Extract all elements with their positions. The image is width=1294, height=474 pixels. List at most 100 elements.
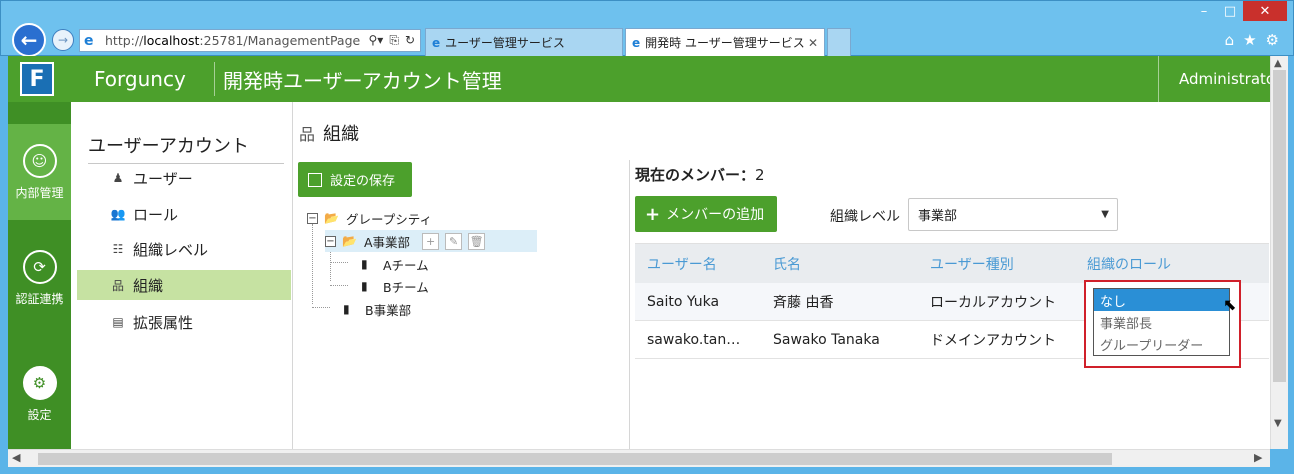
close-window-icon[interactable]: ✕ [1243, 1, 1287, 21]
members-count: 2 [755, 166, 765, 184]
org-level-select[interactable]: 事業部 ▼ [908, 198, 1118, 231]
tab-dev-user-management[interactable]: e 開発時 ユーザー管理サービス ✕ [625, 28, 825, 56]
tab-label: ユーザー管理サービス [445, 36, 565, 50]
edit-node-icon[interactable]: ✎ [445, 232, 463, 250]
sub-nav: ユーザーアカウント ♟ ユーザー 👥 ロール ☷ 組織レベル 品 組織 ▤ 拡張… [71, 102, 293, 449]
subnav-item-organization[interactable]: 品 組織 [77, 270, 291, 300]
panel-divider [629, 160, 630, 449]
cell-fullname: 斉藤 由香 [773, 294, 834, 311]
scroll-right-icon[interactable]: ▶ [1254, 451, 1262, 464]
collapse-icon[interactable]: − [307, 212, 318, 224]
node-actions: + ✎ 🗑 [422, 232, 486, 250]
node-label: Bチーム [383, 279, 429, 295]
org-chart-icon: 品 [299, 125, 316, 144]
address-bar[interactable]: e http://localhost:25781/ManagementPage … [79, 29, 421, 52]
search-icon[interactable]: ⚲▾ [369, 33, 384, 48]
nav-internal-management[interactable]: ☺ 内部管理 [8, 124, 71, 220]
table-header: ユーザー名 氏名 ユーザー種別 組織のロール [635, 243, 1269, 283]
subnav-item-users[interactable]: ♟ ユーザー [77, 163, 291, 193]
folder-open-icon: 📂 [324, 211, 339, 225]
node-label: A事業部 [364, 234, 411, 250]
chevron-down-icon: ▼ [1101, 209, 1109, 220]
nav-auth-integration[interactable]: ⟳ 認証連携 [8, 250, 71, 320]
cell-fullname: Sawako Tanaka [773, 331, 880, 348]
favorites-star-icon[interactable]: ★ [1243, 31, 1256, 49]
app-header: F Forguncy 開発時ユーザーアカウント管理 Administrator [8, 56, 1270, 102]
subnav-item-extended-attributes[interactable]: ▤ 拡張属性 [77, 307, 291, 337]
scroll-up-icon[interactable]: ▲ [1274, 58, 1282, 69]
back-button[interactable]: ← [12, 23, 46, 57]
save-settings-button[interactable]: 設定の保存 [298, 162, 412, 197]
new-tab-button[interactable] [827, 28, 851, 56]
col-user-type[interactable]: ユーザー種別 [918, 254, 1075, 274]
gear-icon: ⚙ [22, 366, 57, 400]
window-controls: – □ ✕ [1191, 1, 1287, 23]
content-header: 品 組織 [299, 120, 359, 146]
refresh-icon[interactable]: ↻ [405, 33, 415, 48]
forward-button[interactable]: → [52, 29, 74, 51]
scroll-down-icon[interactable]: ▼ [1274, 418, 1282, 429]
tree-node-b-team[interactable]: ▮ Bチーム [361, 275, 429, 297]
org-chart-icon: 品 [111, 278, 124, 293]
gear-icon[interactable]: ⚙ [1266, 31, 1279, 49]
delete-node-icon[interactable]: 🗑 [468, 232, 486, 250]
nav-label: 認証連携 [15, 292, 64, 306]
add-member-button[interactable]: + メンバーの追加 [635, 196, 777, 232]
role-option-none[interactable]: なし [1094, 289, 1229, 311]
user-settings-icon: ☺ [22, 144, 57, 178]
scroll-thumb[interactable] [1273, 70, 1286, 382]
close-tab-icon[interactable]: ✕ [808, 36, 818, 50]
col-fullname[interactable]: 氏名 [761, 254, 918, 274]
cell-user-type: ドメインアカウント [930, 332, 1056, 349]
role-dropdown-highlight: なし 事業部長 グループリーダー [1084, 280, 1241, 368]
add-member-label: メンバーの追加 [666, 207, 765, 223]
subnav-item-roles[interactable]: 👥 ロール [77, 199, 291, 229]
sync-user-icon: ⟳ [22, 250, 57, 284]
add-node-icon[interactable]: + [422, 232, 440, 250]
save-icon [308, 172, 322, 187]
user-menu[interactable]: Administrator [1158, 56, 1270, 102]
role-option-group-leader[interactable]: グループリーダー [1094, 333, 1229, 355]
page-title: 開発時ユーザーアカウント管理 [223, 68, 502, 93]
tree-line [330, 247, 331, 281]
col-username[interactable]: ユーザー名 [635, 254, 761, 274]
subnav-item-org-levels[interactable]: ☷ 組織レベル [77, 234, 291, 264]
tree-node-root[interactable]: − 📂 グレープシティ [307, 207, 432, 229]
scroll-thumb[interactable] [38, 453, 1112, 465]
node-label: Aチーム [383, 257, 429, 273]
url-rest: :25781/ManagementPage [199, 33, 361, 48]
current-members-heading: 現在のメンバー：2 [635, 164, 765, 185]
document-icon: ▮ [361, 257, 368, 271]
user-icon: ♟ [112, 171, 124, 185]
org-level-label: 組織レベル [830, 209, 900, 225]
horizontal-scrollbar[interactable]: ◀ ▶ [8, 449, 1270, 467]
tree-line [312, 307, 330, 308]
home-icon[interactable]: ⌂ [1225, 31, 1235, 49]
subnav-label: 組織レベル [133, 240, 209, 259]
collapse-icon[interactable]: − [325, 235, 336, 247]
cell-username: Saito Yuka [647, 293, 720, 310]
vertical-scrollbar[interactable]: ▲ ▼ [1270, 56, 1288, 449]
tree-node-a-team[interactable]: ▮ Aチーム [361, 253, 429, 275]
org-level-value: 事業部 [918, 209, 958, 224]
scroll-left-icon[interactable]: ◀ [12, 451, 20, 464]
tree-node-a-dept[interactable]: − 📂 A事業部 + ✎ 🗑 [325, 230, 537, 252]
nav-settings[interactable]: ⚙ 設定 [8, 366, 71, 436]
compat-icon[interactable]: ⎘ [389, 33, 399, 48]
tree-line [330, 285, 348, 286]
save-label: 設定の保存 [330, 174, 396, 189]
tab-user-management[interactable]: e ユーザー管理サービス [425, 28, 623, 56]
col-org-role[interactable]: 組織のロール [1075, 254, 1265, 274]
browser-chrome: – □ ✕ ← → e http://localhost:25781/Manag… [0, 0, 1294, 57]
cell-user-type: ローカルアカウント [930, 294, 1056, 311]
document-icon: ▮ [361, 279, 368, 293]
page-body: ☺ 内部管理 ⟳ 認証連携 ⚙ 設定 ユーザーアカウント ♟ ユーザー 👥 ロー… [8, 102, 1270, 449]
tab-label: 開発時 ユーザー管理サービス [645, 36, 805, 50]
url-host: localhost [143, 33, 200, 48]
minimize-icon[interactable]: – [1191, 1, 1217, 21]
maximize-icon[interactable]: □ [1217, 1, 1243, 21]
nav-label: 内部管理 [15, 186, 64, 200]
nav-label: 設定 [27, 408, 52, 422]
role-option-division-head[interactable]: 事業部長 [1094, 311, 1229, 333]
tree-node-b-dept[interactable]: ▮ B事業部 [343, 298, 411, 320]
